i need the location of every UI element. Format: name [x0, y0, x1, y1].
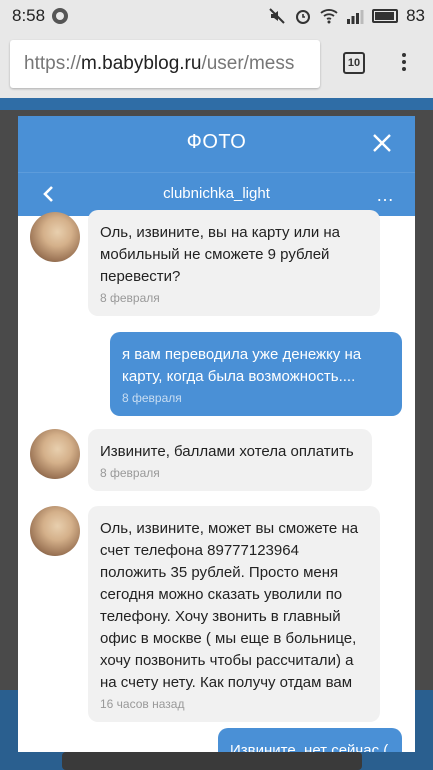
alarm-icon [296, 10, 311, 24]
message-incoming: Оль, извините, может вы сможете на счет … [88, 506, 380, 722]
chrome-icon [52, 8, 68, 24]
avatar[interactable] [30, 429, 80, 479]
message-incoming: Оль, извините, вы на карту или на мобиль… [88, 210, 380, 316]
avatar[interactable] [30, 212, 80, 262]
status-time: 8:58 [12, 6, 46, 25]
message-time: 8 февраля [100, 466, 160, 480]
signal-icon [347, 10, 364, 24]
browser-toolbar: https://m.babyblog.ru/user/mess 10 [0, 32, 433, 98]
message-incoming: Извините, баллами хотела оплатить 8 февр… [88, 429, 372, 491]
wifi-icon [320, 9, 338, 24]
url-host: m.babyblog.ru [81, 53, 202, 74]
photo-modal: ФОТО clubnichka_light … Оль, извините, в… [18, 116, 415, 752]
address-bar[interactable]: https://m.babyblog.ru/user/mess [10, 40, 320, 88]
tab-switcher-button[interactable]: 10 [343, 52, 365, 74]
page-footer-button [62, 752, 362, 770]
avatar[interactable] [30, 506, 80, 556]
message-text: Оль, извините, может вы сможете на счет … [100, 520, 359, 691]
status-icons: 83 [268, 6, 425, 26]
message-time: 16 часов назад [100, 697, 185, 711]
message-text: Оль, извините, вы на карту или на мобиль… [100, 224, 341, 285]
url-scheme: https:// [24, 53, 82, 74]
battery-level: 83 [406, 6, 425, 25]
page-header-strip [0, 98, 433, 110]
url-path: /user/mess [201, 53, 295, 74]
modal-title: ФОТО [186, 131, 247, 153]
message-outgoing: я вам переводила уже денежку на карту, к… [110, 332, 402, 416]
message-outgoing: Извините, нет сейчас ( [218, 728, 402, 752]
browser-menu-icon[interactable] [399, 50, 409, 78]
message-text: я вам переводила уже денежку на карту, к… [122, 346, 362, 385]
close-icon[interactable] [371, 132, 393, 154]
message-text: Извините, нет сейчас ( [230, 742, 389, 752]
chat-username[interactable]: clubnichka_light [18, 185, 415, 202]
modal-header: ФОТО [18, 116, 415, 172]
status-bar: 8:58 83 [0, 0, 433, 32]
message-list: Оль, извините, вы на карту или на мобиль… [18, 210, 415, 752]
battery-icon [372, 9, 399, 23]
mute-icon [269, 8, 285, 24]
message-text: Извините, баллами хотела оплатить [100, 443, 354, 460]
message-time: 8 февраля [100, 291, 160, 305]
message-time: 8 февраля [122, 391, 182, 405]
more-icon[interactable]: … [376, 185, 395, 206]
